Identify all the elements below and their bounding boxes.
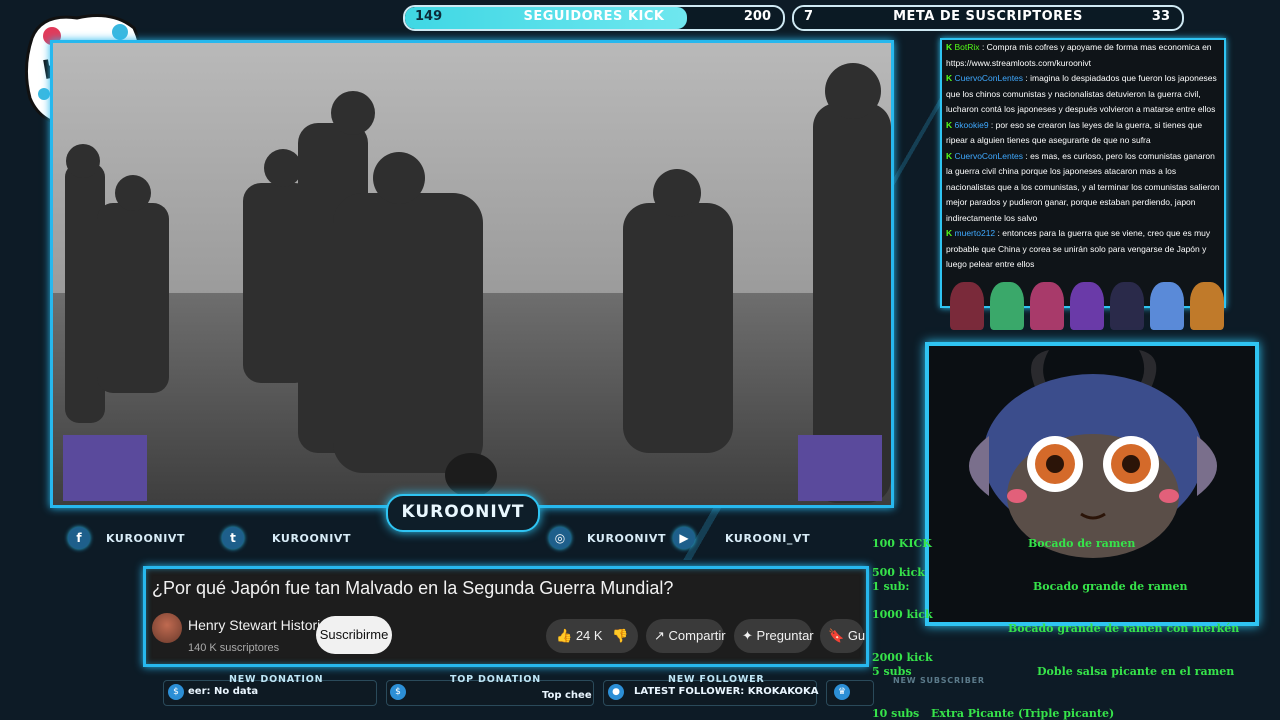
followers-goal-target: 200: [743, 9, 771, 24]
new-donation-text: eer: No data: [188, 686, 259, 697]
chat-panel[interactable]: K BotRix : Compra mis cofres y apoyame d…: [940, 38, 1226, 308]
mascot-sprite: [1110, 282, 1144, 330]
reward-item: Bocado grande de ramen: [1033, 580, 1188, 593]
share-icon: ↗: [654, 628, 665, 643]
instagram-icon: ◎: [549, 527, 571, 549]
donation-icon: $: [168, 684, 184, 700]
new-donation-header: NEW DONATION: [229, 674, 324, 685]
subscriber-count: 140 K suscriptores: [188, 642, 280, 654]
share-button[interactable]: ↗ Compartir: [646, 619, 726, 653]
chat-text: : es mas, es curioso, pero los comunista…: [946, 150, 1220, 223]
social-facebook[interactable]: f KUROONIVT: [68, 526, 185, 550]
reward-cost: 10 subs: [872, 707, 920, 720]
chat-text: : Compra mis cofres y apoyame de forma m…: [946, 42, 1212, 68]
kick-badge-icon: K: [946, 150, 953, 161]
video-title[interactable]: ¿Por qué Japón fue tan Malvado en la Seg…: [152, 578, 673, 599]
reward-item: Extra Picante (Triple picante): [931, 707, 1115, 720]
social-youtube[interactable]: ▶ KUROONI_VT: [673, 526, 810, 550]
reward-cost: 1 sub:: [872, 580, 910, 593]
chat-message: K CuervoConLentes : es mas, es curioso, …: [942, 149, 1224, 227]
video-frame: [50, 40, 894, 508]
follower-icon: ●: [608, 684, 624, 700]
money-bag-icon: $: [390, 684, 406, 700]
like-count: 24 K: [575, 628, 603, 643]
youtube-info-panel: ¿Por qué Japón fue tan Malvado en la Seg…: [143, 566, 869, 667]
new-follower-header: NEW FOLLOWER: [668, 674, 765, 685]
chat-username[interactable]: muerto212: [955, 228, 996, 238]
followers-goal-bar: 149 SEGUIDORES KICK 200: [403, 5, 785, 31]
mascot-sprite-row: [950, 282, 1230, 332]
new-subscriber-header: NEW SUBSCRIBER: [893, 676, 985, 685]
chat-message: K muerto212 : entonces para la guerra qu…: [942, 226, 1224, 273]
kick-badge-icon: K: [946, 73, 953, 83]
ask-label: Preguntar: [756, 628, 814, 643]
bookmark-icon: 🔖: [828, 628, 845, 643]
social-label: KUROONIVT: [106, 531, 186, 545]
channel-name[interactable]: Henry Stewart Historia: [188, 617, 328, 633]
mascot-sprite: [990, 282, 1024, 330]
reward-item: Bocado grande de ramen con merkén: [1008, 622, 1240, 635]
youtube-icon: ▶: [673, 527, 695, 549]
ask-button[interactable]: ✦ Preguntar: [734, 619, 814, 653]
mascot-sprite: [1150, 282, 1184, 330]
streamer-nameplate: KUROONIVT: [386, 494, 540, 532]
share-label: Compartir: [668, 628, 726, 643]
save-label: Gu: [847, 628, 866, 643]
new-follower-text: LATEST FOLLOWER: KROKAKOKA: [634, 686, 819, 697]
kick-badge-icon: K: [946, 228, 953, 238]
twitter-icon: t: [222, 527, 244, 549]
subs-goal-target: 33: [1151, 9, 1170, 24]
chat-username[interactable]: BotRix: [955, 42, 980, 52]
mascot-sprite: [1190, 282, 1224, 330]
dislike-button[interactable]: 👎: [612, 619, 628, 653]
chat-username[interactable]: 6kookie9: [955, 120, 989, 130]
subscribe-button[interactable]: Suscribirme: [316, 616, 392, 654]
channel-avatar[interactable]: [152, 613, 182, 643]
crown-icon: ♛: [834, 684, 850, 700]
mascot-sprite: [1070, 282, 1104, 330]
thumbs-down-icon: 👎: [612, 628, 629, 643]
social-twitter[interactable]: t KUROONIVT: [222, 526, 351, 550]
subs-goal-label: META DE SUSCRIPTORES: [893, 9, 1083, 24]
reward-cost: 500 kick: [872, 566, 925, 579]
reward-cost: 1000 kick: [872, 608, 933, 621]
video-scene: [53, 43, 891, 505]
like-button[interactable]: 👍 24 K: [556, 619, 603, 653]
top-donation-text: Top chee: [542, 690, 592, 701]
kick-badge-icon: K: [946, 119, 953, 130]
reward-cost: 100 KICK: [872, 537, 932, 550]
chat-username[interactable]: CuervoConLentes: [955, 73, 1024, 83]
social-instagram[interactable]: ◎ KUROONIVT: [549, 526, 666, 550]
chat-message: K CuervoConLentes : imagina lo despiadad…: [942, 71, 1224, 118]
subs-goal-bar: 7 META DE SUSCRIPTORES 33: [792, 5, 1184, 31]
chat-message: K 6kookie9 : por eso se crearon las leye…: [942, 118, 1224, 149]
social-label: KUROONIVT: [587, 531, 667, 545]
mascot-sprite: [950, 282, 984, 330]
reward-item: Bocado de ramen: [1028, 537, 1136, 550]
chat-message: K BotRix : Compra mis cofres y apoyame d…: [942, 40, 1224, 71]
mascot-sprite: [1030, 282, 1064, 330]
facebook-icon: f: [68, 527, 90, 549]
chat-username[interactable]: CuervoConLentes: [955, 151, 1024, 161]
kick-badge-icon: K: [946, 42, 953, 52]
reward-cost: 2000 kick: [872, 651, 933, 664]
followers-goal-label: SEGUIDORES KICK: [523, 9, 665, 24]
reward-item: Doble salsa picante en el ramen: [1037, 665, 1235, 678]
social-label: KUROONIVT: [272, 531, 352, 545]
sparkle-icon: ✦: [742, 628, 753, 643]
like-dislike-group: 👍 24 K 👎: [546, 619, 638, 653]
top-donation-header: TOP DONATION: [450, 674, 541, 685]
save-button[interactable]: 🔖 Gu: [820, 619, 866, 653]
thumbs-up-icon: 👍: [556, 628, 573, 643]
social-label: KUROONI_VT: [725, 531, 811, 545]
